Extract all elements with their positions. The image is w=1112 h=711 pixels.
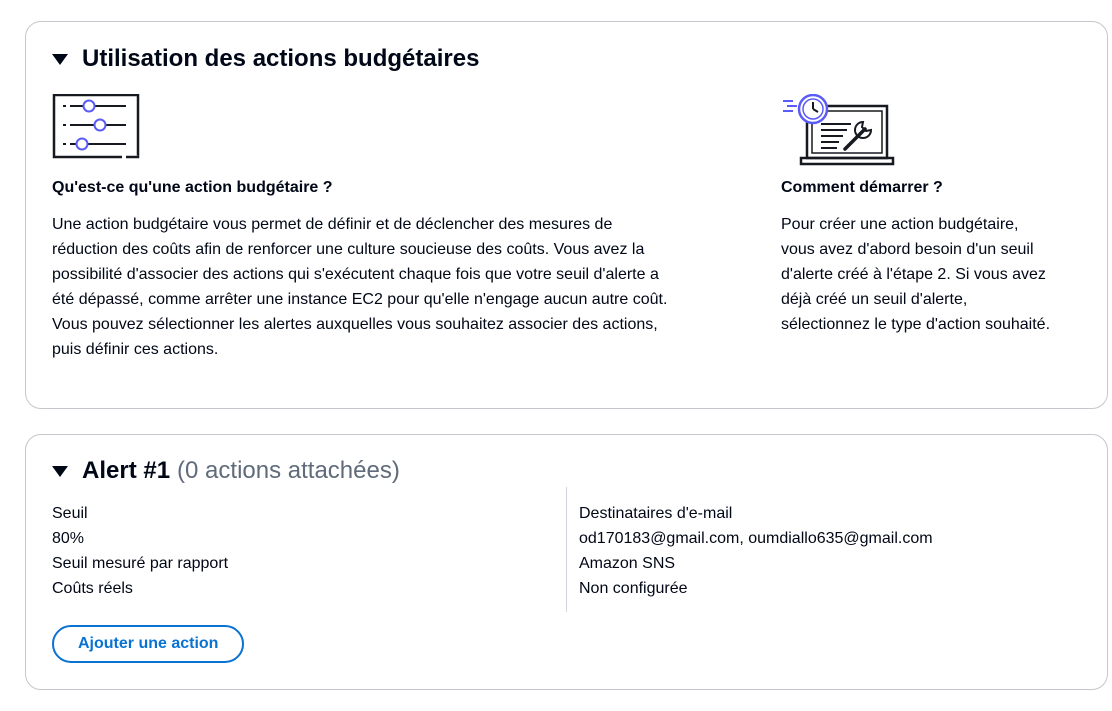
email-recipients-value: od170183@gmail.com, oumdiallo635@gmail.c… (579, 530, 933, 547)
email-recipients-label: Destinataires d'e-mail (579, 505, 733, 522)
column-divider (566, 487, 567, 612)
budget-actions-header[interactable]: Utilisation des actions budgétaires (52, 45, 479, 73)
text-line: déjà créé un seuil d'alerte, (781, 291, 968, 308)
alert-title: Alert #1 (82, 457, 171, 484)
amazon-sns-value: Non configurée (579, 580, 688, 597)
measured-against-value: Coûts réels (52, 580, 133, 597)
text-line: sélectionnez le type d'action souhaité. (781, 316, 1051, 333)
how-to-start-heading: Comment démarrer ? (781, 179, 943, 196)
threshold-value: 80% (52, 530, 85, 547)
text-line: vous avez d'abord besoin d'un seuil (781, 241, 1034, 258)
text-line: puis définir ces actions. (52, 341, 219, 358)
alert-threshold-details: Seuil 80% Seuil mesuré par rapport Coûts… (52, 501, 228, 601)
budget-actions-title: Utilisation des actions budgétaires (82, 45, 480, 72)
text-line: d'alerte créé à l'étape 2. Si vous avez (781, 266, 1046, 283)
laptop-clock-wrench-icon (783, 94, 895, 166)
threshold-label: Seuil (52, 505, 88, 522)
caret-down-icon (52, 465, 68, 477)
alert-header[interactable]: Alert #1 (0 actions attachées) (52, 457, 400, 485)
caret-down-icon (52, 53, 68, 65)
what-is-budget-action-text: Une action budgétaire vous permet de déf… (52, 212, 742, 362)
budget-actions-panel: Utilisation des actions budgétaires Qu'e… (25, 21, 1108, 409)
text-line: Vous pouvez sélectionner les alertes aux… (52, 316, 658, 333)
text-line: réduction des coûts afin de renforcer un… (52, 241, 645, 258)
measured-against-label: Seuil mesuré par rapport (52, 555, 229, 572)
how-to-start-column: Comment démarrer ? Pour créer une action… (781, 94, 1101, 337)
alert-actions-count: (0 actions attachées) (177, 457, 400, 484)
alert-panel: Alert #1 (0 actions attachées) Seuil 80%… (25, 434, 1108, 690)
amazon-sns-label: Amazon SNS (579, 555, 676, 572)
what-is-budget-action-heading: Qu'est-ce qu'une action budgétaire ? (52, 179, 333, 196)
settings-sliders-icon (52, 94, 140, 159)
text-line: Pour créer une action budgétaire, (781, 216, 1019, 233)
add-action-button[interactable]: Ajouter une action (52, 625, 245, 663)
alert-notification-details: Destinataires d'e-mail od170183@gmail.co… (579, 501, 933, 601)
what-is-budget-action-column: Qu'est-ce qu'une action budgétaire ? Une… (52, 94, 742, 362)
how-to-start-text: Pour créer une action budgétaire, vous a… (781, 212, 1101, 337)
text-line: possibilité d'associer des actions qui s… (52, 266, 659, 283)
text-line: été dépassé, comme arrêter une instance … (52, 291, 668, 308)
text-line: Une action budgétaire vous permet de déf… (52, 216, 613, 233)
